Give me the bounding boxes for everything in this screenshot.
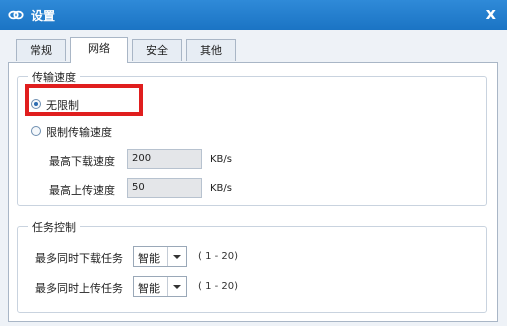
- download-tasks-range: ( 1 - 20): [198, 251, 239, 262]
- highlight-box: [25, 84, 143, 116]
- max-download-speed-input[interactable]: 200: [127, 149, 202, 169]
- title-bar: 设置 x: [0, 0, 507, 30]
- upload-unit: KB/s: [210, 183, 232, 194]
- tab-network[interactable]: 网络: [70, 37, 128, 63]
- chevron-down-icon: [173, 285, 181, 289]
- max-upload-speed-input[interactable]: 50: [127, 178, 202, 198]
- max-upload-speed-label: 最高上传速度: [49, 184, 115, 197]
- chevron-down-icon: [173, 255, 181, 259]
- tab-general[interactable]: 常规: [16, 39, 66, 61]
- max-upload-tasks-label: 最多同时上传任务: [35, 282, 123, 295]
- settings-dialog: 常规 网络 安全 其他 传输速度 无限制 限制传输速度 最高下载速度 200 K…: [0, 30, 507, 326]
- tab-other[interactable]: 其他: [186, 39, 236, 61]
- max-download-tasks-select[interactable]: 智能: [133, 246, 187, 267]
- download-unit: KB/s: [210, 154, 232, 165]
- max-download-tasks-label: 最多同时下载任务: [35, 252, 123, 265]
- close-icon[interactable]: x: [486, 4, 496, 23]
- max-download-speed-label: 最高下载速度: [49, 155, 115, 168]
- task-control-group: 任务控制 最多同时下载任务 智能 ( 1 - 20) 最多同时上传任务 智能 (…: [17, 219, 487, 313]
- limit-speed-label[interactable]: 限制传输速度: [46, 124, 112, 140]
- app-logo-icon: [8, 10, 24, 20]
- tab-security[interactable]: 安全: [132, 39, 182, 61]
- transfer-speed-title: 传输速度: [28, 69, 80, 85]
- select-divider: [167, 247, 168, 266]
- max-upload-tasks-select[interactable]: 智能: [133, 276, 187, 297]
- task-control-title: 任务控制: [28, 219, 80, 235]
- select-value: 智能: [138, 282, 160, 295]
- limit-speed-radio[interactable]: [31, 126, 41, 136]
- tab-strip: 常规 网络 安全 其他: [16, 37, 496, 63]
- select-value: 智能: [138, 252, 160, 265]
- select-divider: [167, 277, 168, 296]
- network-panel: 传输速度 无限制 限制传输速度 最高下载速度 200 KB/s 最高上传速度 5…: [8, 62, 498, 322]
- window-title: 设置: [31, 9, 56, 23]
- upload-tasks-range: ( 1 - 20): [198, 281, 239, 292]
